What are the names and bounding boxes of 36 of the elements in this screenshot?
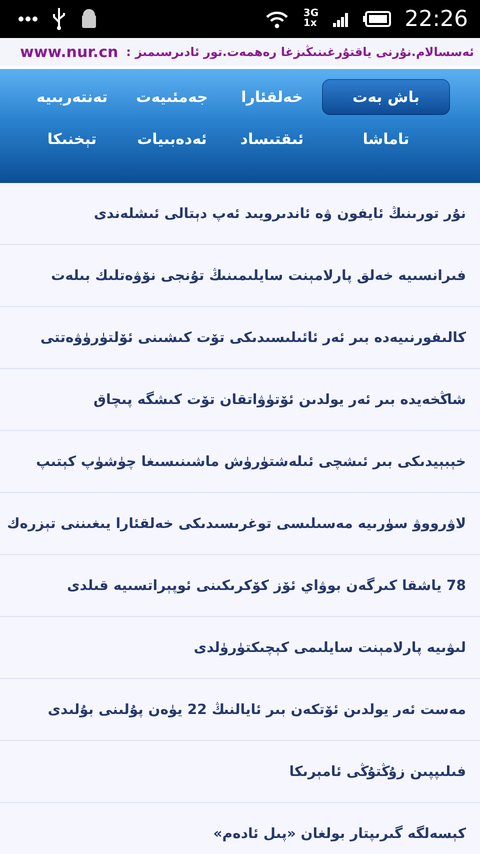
nav-tab[interactable]: تاماشا — [322, 121, 450, 157]
nav-tab[interactable]: ئىقتىساد — [222, 121, 322, 157]
network-label: 1x — [303, 19, 318, 29]
article-row[interactable]: نۇر تورىنىڭ ئايفون ۋە ئاندىرويىد ئەپ دېتالى ئىشلەندى — [0, 183, 480, 245]
article-row[interactable]: لىۋىيە پارلامېنت سايلىمى كېچىكتۈرۈلدى — [0, 617, 480, 679]
article-row[interactable]: 78 ياشقا كىرگەن بوۋاي ئۆز كۆكرىكىنى ئوپېراتسىيە قىلدى — [0, 555, 480, 617]
article-row[interactable]: كالىفورنىيەدە بىر ئەر ئائىلىسىدىكى تۆت كىشىنى ئۆلتۈرۈۋەتتى — [0, 307, 480, 369]
article-row[interactable]: خېبېيدىكى بىر ئىشچى ئىلەشتۈرۈش ماشىنىسىغا چۈشۈپ كېتىپ — [0, 431, 480, 493]
nav-tab[interactable]: تېخنىكا — [22, 121, 122, 157]
article-row[interactable]: شاڭخەيدە بىر ئەر يولدىن ئۆتۈۋاتقان تۆت كىشگە پىچاق — [0, 369, 480, 431]
article-title: فىلىپپىن زۇڭتۇڭى ئامېرىكا — [289, 764, 466, 780]
article-title: كېسەلگە گىرىپتار بولغان «پىل ئادەم» — [213, 826, 466, 842]
article-title: كالىفورنىيەدە بىر ئەر ئائىلىسىدىكى تۆت كىشىنى ئۆلتۈرۈۋەتتى — [40, 330, 466, 346]
article-title: خېبېيدىكى بىر ئىشچى ئىلەشتۈرۈش ماشىنىسىغا چۈشۈپ كېتىپ — [36, 454, 466, 470]
article-row[interactable]: كېسەلگە گىرىپتار بولغان «پىل ئادەم» — [0, 803, 480, 854]
clock-time: 22:26 — [404, 6, 468, 32]
welcome-message: ئەسسالام.نۇرنى ياقتۇرغىنىڭىزغا رەھمەت.تور ئادىرسىمىز : — [126, 45, 474, 59]
article-row[interactable]: مەست ئەر يولدىن ئۆتكەن بىر ئايالنىڭ 22 يۈەن پۇلىنى بۇلىدى — [0, 679, 480, 741]
article-row[interactable]: فىلىپپىن زۇڭتۇڭى ئامېرىكا — [0, 741, 480, 803]
network-label: 3G — [303, 9, 319, 19]
nav-tab[interactable]: باش بەت — [322, 79, 450, 115]
wifi-icon — [265, 9, 290, 29]
more-icon — [18, 16, 38, 22]
article-title: فىرانسىيە خەلق پارلامېنت سايلىمىنىڭ تۇنجى نۆۋەتلىك بىلەت — [51, 268, 466, 284]
article-title: شاڭخەيدە بىر ئەر يولدىن ئۆتۈۋاتقان تۆت كىشگە پىچاق — [94, 392, 466, 408]
article-title: 78 ياشقا كىرگەن بوۋاي ئۆز كۆكرىكىنى ئوپېراتسىيە قىلدى — [66, 578, 466, 594]
article-title: لاۋرووۋ سۈرىيە مەسىلىسى توغرىسىدىكى خەلقئارا يىغىننى تېزرەك — [6, 516, 466, 532]
usb-icon — [52, 8, 66, 30]
article-title: لىۋىيە پارلامېنت سايلىمى كېچىكتۈرۈلدى — [194, 640, 466, 656]
article-row[interactable]: فىرانسىيە خەلق پارلامېنت سايلىمىنىڭ تۇنجى نۆۋەتلىك بىلەت — [0, 245, 480, 307]
battery-icon — [362, 11, 391, 27]
article-row[interactable]: لاۋرووۋ سۈرىيە مەسىلىسى توغرىسىدىكى خەلقئارا يىغىننى تېزرەك — [0, 493, 480, 555]
article-title: نۇر تورىنىڭ ئايفون ۋە ئاندىرويىد ئەپ دېتالى ئىشلەندى — [94, 206, 466, 222]
site-link[interactable]: www.nur.cn — [20, 43, 118, 61]
article-title: مەست ئەر يولدىن ئۆتكەن بىر ئايالنىڭ 22 يۈەن پۇلىنى بۇلىدى — [48, 702, 466, 718]
nav-tab[interactable]: ئەدەبىيات — [122, 121, 222, 157]
